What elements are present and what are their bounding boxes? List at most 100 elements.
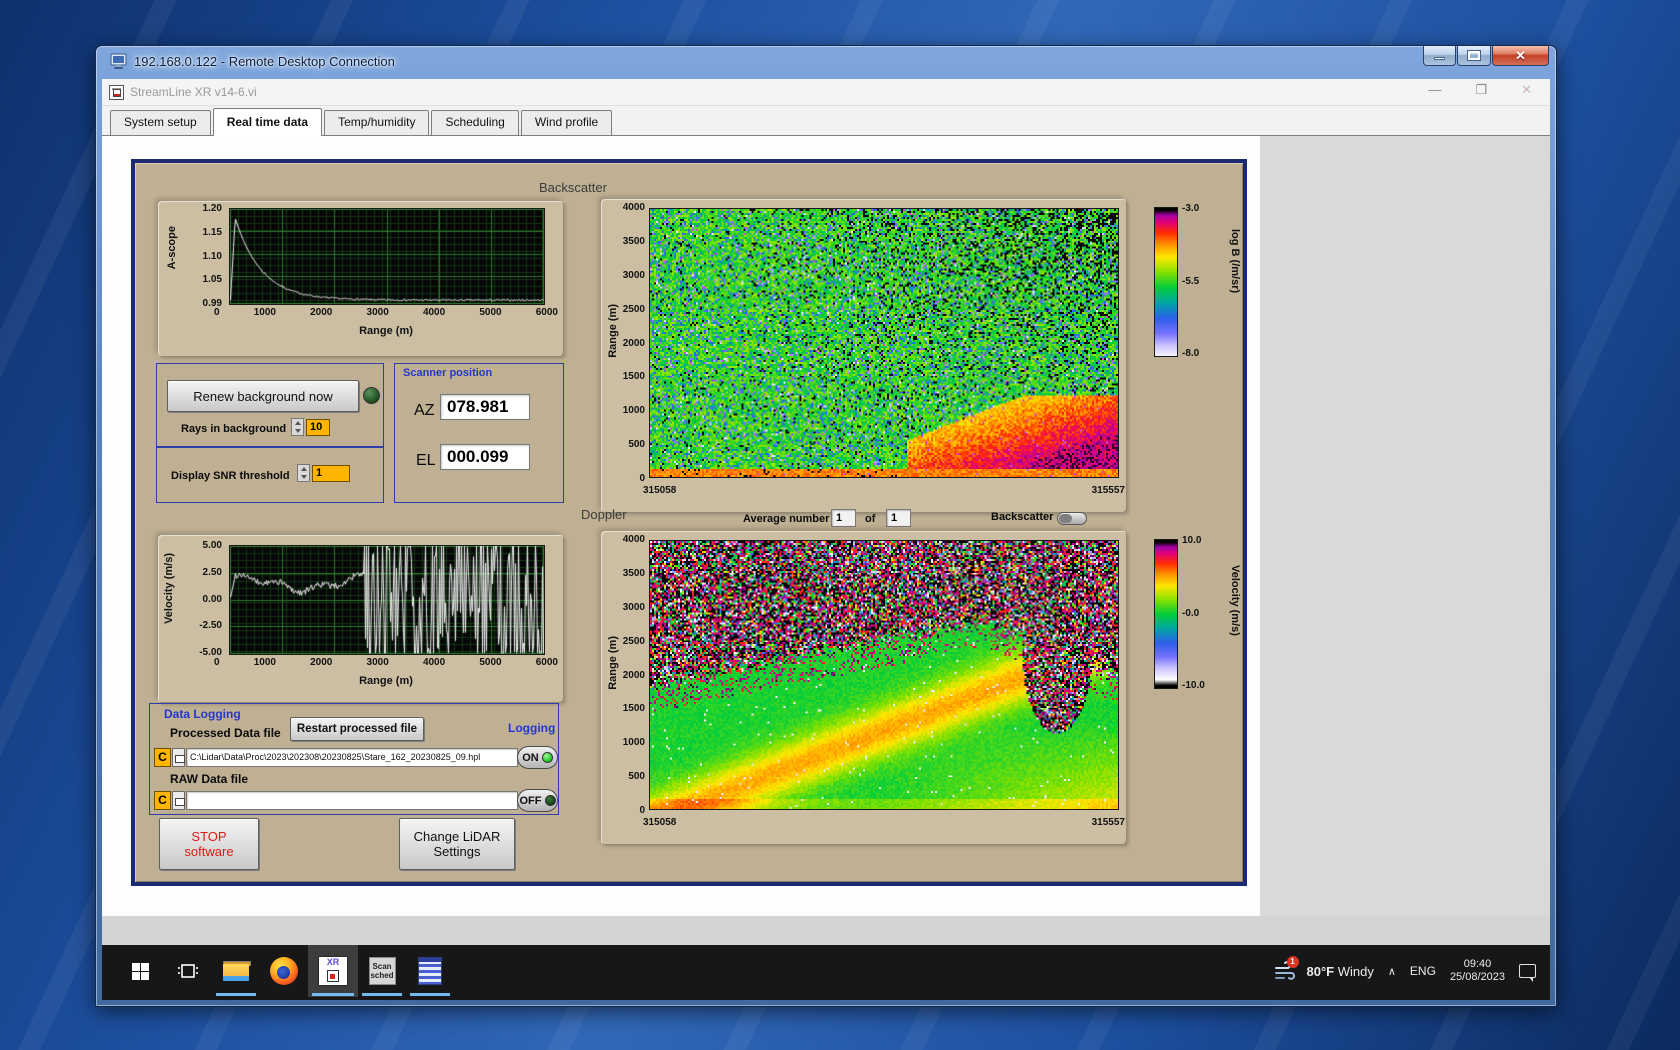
stop-software-button[interactable]: STOP software <box>159 818 259 870</box>
tick-label: 1000 <box>622 737 645 749</box>
renew-background-button[interactable]: Renew background now <box>167 380 359 412</box>
scan-scheduler-button[interactable]: Scan sched <box>358 945 406 997</box>
action-center-icon[interactable] <box>1519 964 1536 982</box>
date-text: 25/08/2023 <box>1449 971 1505 983</box>
backscatter-section-title: Backscatter <box>539 180 607 195</box>
tab-temp-humidity[interactable]: Temp/humidity <box>324 110 430 135</box>
main-panel: Backscatter A-scope 1.20 1.15 1.10 1.05 0.99… <box>131 159 1247 886</box>
rdp-titlebar[interactable]: 192.168.0.122 - Remote Desktop Connectio… <box>96 46 1556 79</box>
labview-vi-icon <box>109 85 124 100</box>
snr-threshold-label: Display SNR threshold <box>171 470 290 482</box>
tick-label: 0 <box>639 805 645 816</box>
tick-label: 2500 <box>622 303 645 315</box>
snr-value-field[interactable]: 1 <box>312 465 350 482</box>
start-button[interactable] <box>116 945 164 997</box>
streamline-xr-icon: XR <box>318 956 348 986</box>
tick-label: 3000 <box>622 269 645 281</box>
tick-label: -10.0 <box>1182 680 1205 691</box>
backscatter-y-ticks: 4000 3500 3000 2500 2000 1500 1000 500 0 <box>615 202 645 484</box>
raw-path-field[interactable] <box>186 791 518 810</box>
el-label: EL <box>416 452 436 469</box>
tick-label: 0 <box>214 657 220 668</box>
app-window-title: StreamLine XR v14-6.vi <box>130 85 257 99</box>
raw-browse-button[interactable] <box>172 791 185 810</box>
tick-label: 1.20 <box>202 203 222 214</box>
tab-wind-profile[interactable]: Wind profile <box>520 110 613 135</box>
tab-system-setup[interactable]: System setup <box>110 110 211 135</box>
file-explorer-button[interactable] <box>212 945 260 997</box>
rdp-window: 192.168.0.122 - Remote Desktop Connectio… <box>95 45 1557 1007</box>
task-view-button[interactable] <box>164 945 212 997</box>
tick-label: 10.0 <box>1182 535 1202 546</box>
app-minimize-button[interactable]: — <box>1428 82 1441 98</box>
weather-badge: 1 <box>1286 956 1299 968</box>
raw-logging-off-button[interactable]: OFF <box>517 789 558 812</box>
content-area: Backscatter A-scope 1.20 1.15 1.10 1.05 0.99… <box>102 136 1550 946</box>
tick-label: 2000 <box>622 337 645 349</box>
az-label: AZ <box>414 402 435 419</box>
language-indicator[interactable]: ENG <box>1410 964 1436 978</box>
backscatter-x-start: 315058 <box>643 485 677 496</box>
az-value-field[interactable]: 078.981 <box>440 394 530 420</box>
backscatter-x-end: 315557 <box>1091 485 1125 496</box>
tick-label: 1.10 <box>202 250 222 262</box>
app-close-button[interactable]: ✕ <box>1521 82 1532 98</box>
backscatter-toggle[interactable] <box>1057 512 1087 525</box>
rays-spinner[interactable] <box>291 418 304 436</box>
streamline-xr-app-button[interactable]: XR <box>308 945 358 997</box>
app-titlebar[interactable]: StreamLine XR v14-6.vi — ❐ ✕ <box>102 79 1550 106</box>
snr-spinner[interactable] <box>297 464 310 482</box>
tick-label: 2000 <box>310 657 333 668</box>
velocity-y-axis-label: Velocity (m/s) <box>163 553 175 624</box>
maximize-button[interactable] <box>1457 46 1491 66</box>
backscatter-graph: Range (m) 4000 3500 3000 2500 2000 1500 1000 50… <box>601 199 1127 513</box>
processed-browse-button[interactable] <box>172 748 185 767</box>
tick-label: 2500 <box>622 635 645 647</box>
processed-logging-on-button[interactable]: ON <box>517 746 558 769</box>
raw-drive-button[interactable]: C <box>154 791 171 810</box>
velocity-y-ticks: 5.00 2.50 0.00 -2.50 -5.00 <box>184 540 222 658</box>
scanner-position-box: Scanner position AZ 078.981 EL 000.099 <box>394 363 564 503</box>
taskbar: XR Scan sched 1 80°F Windy ∧ ENG 09:40 2… <box>102 945 1550 1000</box>
tick-label: 0 <box>639 473 645 484</box>
minimize-button[interactable] <box>1423 46 1456 66</box>
close-button[interactable]: ✕ <box>1492 46 1549 66</box>
tick-label: 500 <box>628 771 645 783</box>
tab-bar: System setup Real time data Temp/humidit… <box>102 106 1550 136</box>
average-number-field[interactable]: 1 <box>831 509 856 527</box>
weather-widget[interactable]: 1 80°F Windy <box>1274 956 1374 982</box>
average-number-label: Average number <box>743 513 830 525</box>
tick-label: 1500 <box>622 703 645 715</box>
restart-processed-file-button[interactable]: Restart processed file <box>290 717 424 741</box>
el-value-field[interactable]: 000.099 <box>440 444 530 470</box>
windows-start-icon <box>131 962 149 980</box>
doppler-heatmap <box>649 540 1119 810</box>
velocity-x-axis-label: Range (m) <box>359 675 413 687</box>
document-app-button[interactable] <box>406 945 454 997</box>
doppler-y-ticks: 4000 3500 3000 2500 2000 1500 1000 500 0 <box>615 534 645 816</box>
tick-label: 1000 <box>253 657 276 668</box>
tick-label: 6000 <box>535 307 558 318</box>
tab-scheduling[interactable]: Scheduling <box>431 110 519 135</box>
change-lidar-settings-button[interactable]: Change LiDAR Settings <box>399 818 515 870</box>
app-restore-button[interactable]: ❐ <box>1475 82 1487 98</box>
backscatter-x-ticks: 315058 315557 <box>643 485 1125 496</box>
backscatter-colorbar <box>1154 207 1178 357</box>
processed-path-field[interactable]: C:\Lidar\Data\Proc\2023\202308\20230825\… <box>186 748 518 767</box>
tick-label: 4000 <box>422 657 446 668</box>
tick-label: -8.0 <box>1182 348 1200 359</box>
doppler-x-start: 315058 <box>643 817 677 828</box>
average-total-field[interactable]: 1 <box>886 509 911 527</box>
tick-label: -0.0 <box>1182 607 1200 619</box>
tray-overflow-chevron[interactable]: ∧ <box>1388 965 1396 978</box>
clock-widget[interactable]: 09:40 25/08/2023 <box>1450 958 1505 984</box>
rays-value-field[interactable]: 10 <box>306 419 330 436</box>
rdp-window-title: 192.168.0.122 - Remote Desktop Connectio… <box>134 54 395 69</box>
tab-real-time-data[interactable]: Real time data <box>212 108 323 136</box>
tick-label: -5.5 <box>1182 275 1200 287</box>
processed-drive-button[interactable]: C <box>154 748 171 767</box>
data-logging-title: Data Logging <box>164 707 241 721</box>
off-led <box>544 795 556 806</box>
tick-label: 1.05 <box>202 274 222 286</box>
firefox-button[interactable] <box>260 945 308 997</box>
